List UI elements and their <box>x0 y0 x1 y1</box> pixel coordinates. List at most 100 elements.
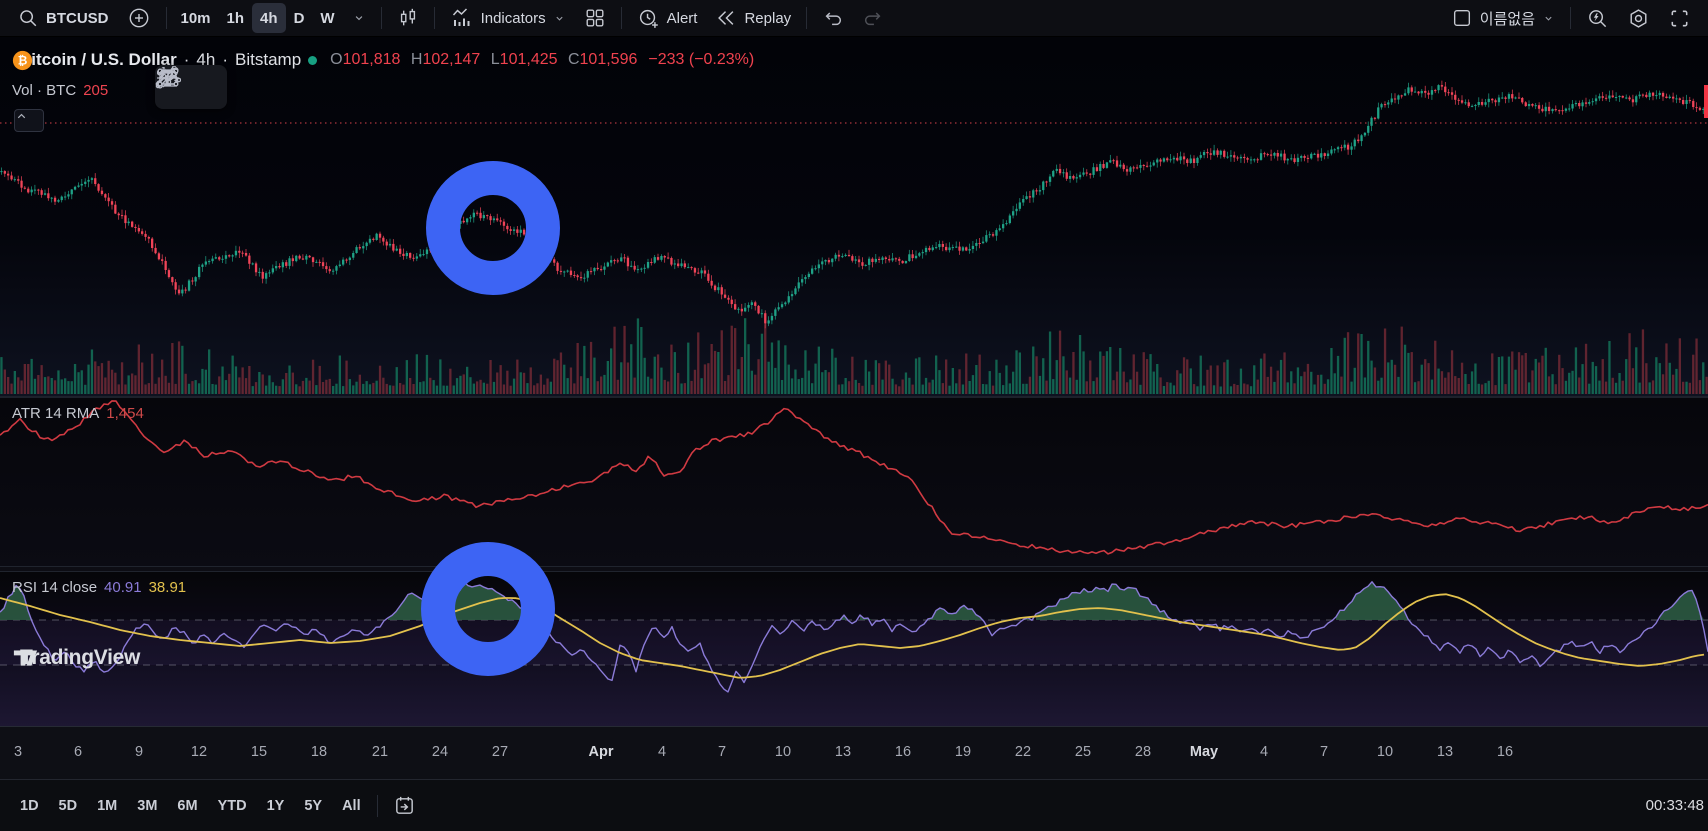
tool-text-button[interactable] <box>177 258 219 296</box>
pane-separator[interactable] <box>0 396 1708 398</box>
time-axis-label: 10 <box>1377 744 1393 760</box>
toolbar-divider <box>1570 7 1571 29</box>
time-axis-label: 7 <box>718 744 726 760</box>
alert-button[interactable]: Alert <box>628 3 707 33</box>
chart-area: ₿ Bitcoin / U.S. Dollar · 4h · Bitstamp … <box>0 37 1708 726</box>
settings-button[interactable] <box>1618 3 1659 33</box>
annotation-circle <box>426 161 560 295</box>
timeframe-1w-button[interactable]: W <box>312 3 342 33</box>
rsi-label: RSI 14 close <box>12 579 97 596</box>
timeframe-menu-button[interactable] <box>343 3 375 33</box>
search-icon <box>17 7 39 29</box>
time-axis-label: 16 <box>895 744 911 760</box>
range-5d-button[interactable]: 5D <box>49 792 88 820</box>
tool-xabcd-pattern-button[interactable] <box>177 37 219 68</box>
volume-value: 205 <box>83 82 108 99</box>
grid-templates-icon <box>584 7 606 29</box>
compare-add-button[interactable] <box>118 3 160 33</box>
layout-square-icon <box>1451 7 1473 29</box>
range-ytd-button[interactable]: YTD <box>208 792 257 820</box>
candlestick-chart[interactable] <box>0 37 1708 396</box>
alert-clock-icon <box>637 7 660 30</box>
rsi-chart[interactable] <box>0 572 1708 726</box>
range-1d-button[interactable]: 1D <box>10 792 49 820</box>
range-1m-button[interactable]: 1M <box>87 792 127 820</box>
go-to-date-button[interactable] <box>384 791 425 821</box>
atr-pane[interactable]: ATR 14 RMA 1,454 <box>0 398 1708 566</box>
toolbar-divider <box>166 7 167 29</box>
bottom-toolbar: 1D5D1M3M6MYTD1Y5YAll 00:33:48 <box>0 779 1708 831</box>
drawing-tools: 15 AC <box>177 37 219 296</box>
chart-style-button[interactable] <box>388 3 428 33</box>
replay-label: Replay <box>744 10 791 27</box>
chevron-down-icon <box>553 12 566 25</box>
symbol-search-button[interactable]: BTCUSD <box>8 3 118 33</box>
collapse-pane-button[interactable] <box>14 109 44 132</box>
range-1y-button[interactable]: 1Y <box>257 792 295 820</box>
replay-icon <box>715 7 737 29</box>
tool-abc-pattern-button[interactable]: AC <box>177 144 219 182</box>
watermark-text: TradingView <box>20 646 140 670</box>
indicators-button[interactable]: Indicators <box>441 3 575 33</box>
pane-separator[interactable] <box>0 566 1708 572</box>
time-axis-label: 19 <box>955 744 971 760</box>
replay-button[interactable]: Replay <box>706 3 800 33</box>
time-axis-label: 25 <box>1075 744 1091 760</box>
chevron-down-icon <box>352 11 366 25</box>
timeframe-10m-button[interactable]: 10m <box>173 3 219 33</box>
timeframe-1h-button[interactable]: 1h <box>219 3 253 33</box>
range-all-button[interactable]: All <box>332 792 371 820</box>
change-badge: −233 (−0.23%) <box>648 51 754 69</box>
range-5y-button[interactable]: 5Y <box>294 792 332 820</box>
toolbar-divider <box>434 7 435 29</box>
atr-chart[interactable] <box>0 398 1708 566</box>
rsi-pane[interactable]: RSI 14 close 40.91 38.91 TradingView <box>0 572 1708 726</box>
time-axis-label: 6 <box>74 744 82 760</box>
annotation-circle <box>421 542 555 676</box>
quick-search-icon <box>1586 7 1609 30</box>
time-axis-label: 28 <box>1135 744 1151 760</box>
timeframe-1d-button[interactable]: D <box>286 3 313 33</box>
tool-elliott-wave-button[interactable]: 15 <box>177 68 219 106</box>
tool-rectangle-button[interactable] <box>177 220 219 258</box>
range-3m-button[interactable]: 3M <box>127 792 167 820</box>
price-label-edge <box>1704 85 1708 118</box>
rsi-legend[interactable]: RSI 14 close 40.91 38.91 <box>12 579 186 596</box>
atr-label: ATR 14 RMA <box>12 405 99 422</box>
session-countdown[interactable]: 00:33:48 <box>1646 797 1704 814</box>
fullscreen-button[interactable] <box>1659 3 1700 33</box>
svg-text:₿: ₿ <box>18 54 28 68</box>
tradingview-app: BTCUSD 10m 1h 4h D W Indica <box>0 0 1708 831</box>
time-axis-label: 18 <box>311 744 327 760</box>
time-axis-label: 4 <box>658 744 666 760</box>
time-axis[interactable]: 369121518212427Apr4710131619222528May471… <box>0 726 1708 779</box>
tool-long-position-button[interactable] <box>177 106 219 144</box>
timeframe-4h-button[interactable]: 4h <box>252 3 286 33</box>
layout-name-button[interactable]: 이름없음 <box>1442 3 1564 33</box>
tool-projection-button[interactable] <box>177 182 219 220</box>
tradingview-watermark: TradingView <box>13 646 140 670</box>
undo-button[interactable] <box>813 3 853 33</box>
alert-label: Alert <box>667 10 698 27</box>
atr-legend[interactable]: ATR 14 RMA 1,454 <box>12 405 144 422</box>
range-6m-button[interactable]: 6M <box>167 792 207 820</box>
top-toolbar: BTCUSD 10m 1h 4h D W Indica <box>0 0 1708 37</box>
plus-circle-icon <box>127 6 151 30</box>
time-axis-label: 13 <box>1437 744 1453 760</box>
redo-button[interactable] <box>853 3 893 33</box>
toolbar-divider <box>621 7 622 29</box>
time-axis-label: 22 <box>1015 744 1031 760</box>
symbol-legend[interactable]: ₿ Bitcoin / U.S. Dollar · 4h · Bitstamp … <box>12 50 754 70</box>
time-axis-label: 27 <box>492 744 508 760</box>
rsi-ma-value: 38.91 <box>149 579 187 596</box>
time-axis-label: 3 <box>14 744 22 760</box>
volume-legend[interactable]: Vol · BTC 205 <box>12 82 108 99</box>
candlestick-pane[interactable]: ₿ Bitcoin / U.S. Dollar · 4h · Bitstamp … <box>0 37 1708 396</box>
quick-search-button[interactable] <box>1577 3 1618 33</box>
indicator-templates-button[interactable] <box>575 3 615 33</box>
time-axis-label: Apr <box>589 744 614 760</box>
candlestick-style-icon <box>397 7 419 29</box>
toolbar-divider <box>381 7 382 29</box>
time-axis-label: 12 <box>191 744 207 760</box>
time-axis-label: 24 <box>432 744 448 760</box>
